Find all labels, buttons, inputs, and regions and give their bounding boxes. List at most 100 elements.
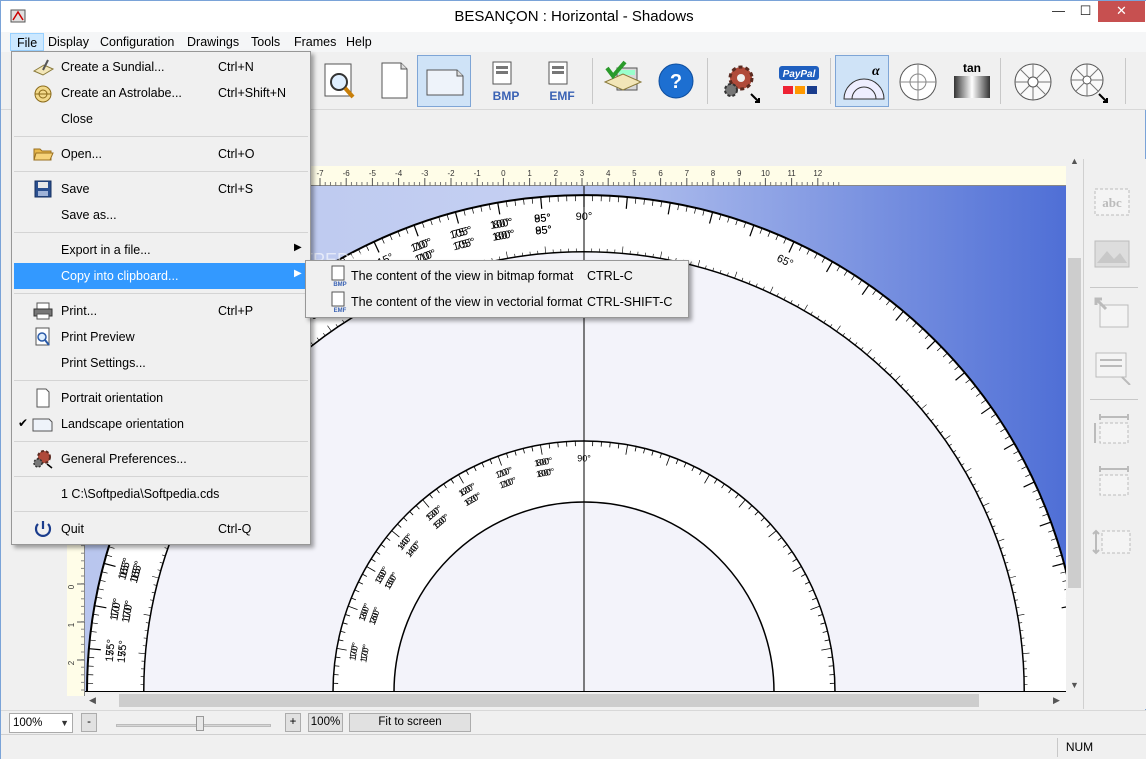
zoom-select-value: 100% (13, 717, 43, 729)
toolbar-separator (707, 58, 708, 104)
menu-item-landscape[interactable]: ✔ Landscape orientation (14, 411, 308, 437)
portrait-page-button[interactable] (367, 55, 421, 107)
tan-label: tan (963, 61, 981, 75)
menu-drawings[interactable]: Drawings (181, 33, 245, 51)
horizontal-resize-button[interactable] (1092, 411, 1132, 447)
zoom-slider[interactable] (116, 724, 271, 727)
toolbar-separator (592, 58, 593, 104)
zoom-in-button[interactable]: + (285, 713, 301, 732)
menu-item-print-settings[interactable]: Print Settings... (14, 350, 308, 376)
menu-file[interactable]: File (10, 33, 45, 51)
submenu-item-vectorial[interactable]: EMF The content of the view in vectorial… (308, 289, 686, 315)
menu-item-label: Landscape orientation (61, 417, 185, 431)
portrait-page-icon (381, 62, 408, 99)
menu-help[interactable]: Help (340, 33, 378, 51)
vertical-resize-icon (1099, 466, 1129, 496)
settings-gears-button[interactable] (713, 55, 767, 107)
help-button[interactable]: ? (649, 55, 703, 107)
menu-item-create-astrolabe[interactable]: Create an Astrolabe... Ctrl+Shift+N (14, 80, 308, 106)
menu-display[interactable]: Display (42, 33, 95, 51)
menu-bar: File Display Configuration Drawings Tool… (1, 32, 1146, 52)
inner-protractor-tick (557, 442, 559, 448)
ruler-tick-label: 4 (606, 169, 611, 178)
menu-item-save[interactable]: Save Ctrl+S (14, 176, 308, 202)
circle-dial-button[interactable] (890, 55, 944, 107)
protractor-alpha-button[interactable]: α (835, 55, 889, 107)
menu-item-close[interactable]: Close (14, 106, 308, 132)
bmp-label: BMP (493, 89, 520, 103)
menu-tools[interactable]: Tools (245, 33, 286, 51)
application-window: BESANÇON : Horizontal - Shadows — ☐ ✕ Fi… (0, 0, 1146, 759)
menu-item-label: Close (61, 112, 93, 126)
toolbar-separator (830, 58, 831, 104)
zoom-slider-thumb[interactable] (196, 716, 204, 731)
menu-item-quit[interactable]: Quit Ctrl-Q (14, 516, 308, 542)
menu-item-portrait[interactable]: Portrait orientation (14, 385, 308, 411)
paypal-donate-button[interactable]: PayPal (771, 55, 825, 107)
menu-item-label: Print Settings... (61, 356, 146, 370)
wheel-dial-button[interactable] (1005, 55, 1059, 107)
landscape-page-button[interactable] (417, 55, 471, 107)
frame-list-button[interactable] (1092, 349, 1132, 386)
submenu-item-shortcut: CTRL-SHIFT-C (587, 295, 673, 309)
menu-item-copy-clipboard[interactable]: Copy into clipboard... ▶ (14, 263, 308, 289)
fit-to-screen-button[interactable]: Fit to screen (349, 713, 471, 732)
zoom-bar: 100% ▼ - + 100% Fit to screen (1, 710, 1146, 734)
submenu-item-bitmap[interactable]: BMP The content of the view in bitmap fo… (308, 263, 686, 289)
ruler-tick-label: 11 (787, 169, 796, 178)
alpha-label: α (872, 64, 880, 79)
menu-item-print-preview[interactable]: Print Preview (14, 324, 308, 350)
checklist-calculator-button[interactable] (595, 55, 649, 107)
emf-label: EMF (549, 89, 574, 103)
vertical-resize-button[interactable] (1092, 463, 1132, 499)
frame-move-button[interactable] (1092, 295, 1132, 331)
menu-item-shortcut: Ctrl+S (218, 182, 254, 196)
zoom-out-button[interactable]: - (81, 713, 97, 732)
zoom-select[interactable]: 100% ▼ (9, 713, 73, 733)
tan-gradient-button[interactable]: tan (944, 55, 998, 107)
vertical-scrollbar[interactable]: ▲ ▼ (1066, 156, 1083, 691)
vertical-scroll-thumb[interactable] (1068, 258, 1081, 588)
scroll-left-icon[interactable]: ◀ (89, 695, 96, 706)
gears-icon (32, 449, 54, 469)
scroll-right-icon[interactable]: ▶ (1053, 695, 1060, 706)
menu-separator (14, 293, 308, 294)
horizontal-scroll-thumb[interactable] (119, 694, 979, 707)
menu-configuration[interactable]: Configuration (94, 33, 180, 51)
clipboard-submenu: BMP The content of the view in bitmap fo… (305, 260, 689, 318)
folder-open-icon (32, 144, 54, 164)
menu-item-recent-file[interactable]: 1 C:\Softpedia\Softpedia.cds (14, 481, 308, 507)
export-bmp-button[interactable]: BMP (479, 55, 533, 107)
zoom-reset-button[interactable]: 100% (308, 713, 343, 732)
image-block-button[interactable] (1092, 237, 1132, 273)
menu-item-label: Print... (61, 304, 98, 318)
horizontal-scrollbar[interactable]: ◀ ▶ (85, 692, 1066, 709)
text-abc-button[interactable]: abc (1092, 185, 1132, 221)
emf-file-label: EMF (334, 308, 347, 313)
ruler-tick-label: 6 (658, 169, 663, 178)
menu-item-print[interactable]: Print... Ctrl+P (14, 298, 308, 324)
maximize-button[interactable]: ☐ (1072, 1, 1099, 22)
menu-item-general-preferences[interactable]: General Preferences... (14, 446, 308, 472)
menu-item-open[interactable]: Open... Ctrl+O (14, 141, 308, 167)
minimize-button[interactable]: — (1045, 1, 1072, 22)
close-button[interactable]: ✕ (1098, 1, 1145, 22)
chevron-down-icon: ▼ (60, 718, 69, 728)
scroll-down-icon[interactable]: ▼ (1070, 680, 1079, 690)
ruler-tick-label: -1 (474, 169, 482, 178)
protractor-label: 5° (104, 645, 117, 657)
menu-item-export-file[interactable]: Export in a file... ▶ (14, 237, 308, 263)
zoom-page-button[interactable] (313, 55, 367, 107)
wheel-dial-settings-button[interactable] (1061, 55, 1115, 107)
panel-separator (1090, 287, 1138, 288)
export-emf-button[interactable]: EMF (535, 55, 589, 107)
menu-item-save-as[interactable]: Save as... (14, 202, 308, 228)
frame-move-icon (1094, 297, 1129, 328)
astrolabe-icon (32, 83, 54, 103)
menu-item-create-sundial[interactable]: Create a Sundial... Ctrl+N (14, 54, 308, 80)
menu-frames[interactable]: Frames (288, 33, 342, 51)
frame-expand-button[interactable] (1092, 525, 1132, 561)
menu-item-shortcut: Ctrl+Shift+N (218, 86, 287, 100)
menu-item-label: General Preferences... (61, 452, 187, 466)
scroll-up-icon[interactable]: ▲ (1070, 156, 1079, 166)
